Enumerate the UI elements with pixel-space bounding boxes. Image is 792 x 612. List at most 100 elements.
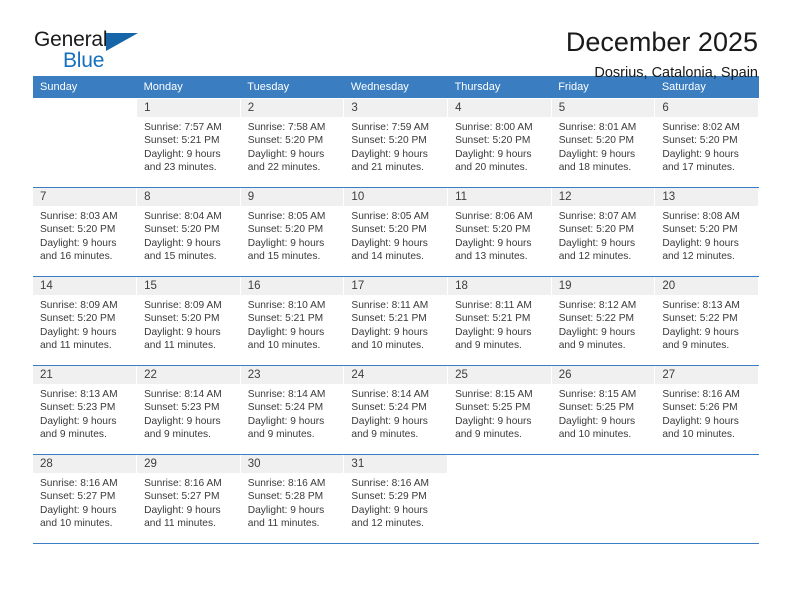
day-info: Sunrise: 8:16 AM Sunset: 5:26 PM Dayligh…	[655, 384, 758, 442]
daylight-text-line1: Daylight: 9 hours	[247, 326, 325, 338]
day-cell[interactable]: 17 Sunrise: 8:11 AM Sunset: 5:21 PM Dayl…	[343, 276, 449, 366]
day-cell[interactable]: 22 Sunrise: 8:14 AM Sunset: 5:23 PM Dayl…	[136, 365, 241, 455]
day-cell[interactable]: 3 Sunrise: 7:59 AM Sunset: 5:20 PM Dayli…	[343, 98, 449, 188]
sunset-text: Sunset: 5:20 PM	[247, 135, 324, 147]
daylight-text-line1: Daylight: 9 hours	[351, 415, 428, 427]
day-cell[interactable]: 29 Sunrise: 8:16 AM Sunset: 5:27 PM Dayl…	[136, 454, 241, 544]
day-cell[interactable]: 4 Sunrise: 8:00 AM Sunset: 5:20 PM Dayli…	[447, 98, 552, 188]
day-cell[interactable]: 15 Sunrise: 8:09 AM Sunset: 5:20 PM Dayl…	[136, 276, 241, 366]
day-cell[interactable]: 31 Sunrise: 8:16 AM Sunset: 5:29 PM Dayl…	[343, 454, 449, 544]
sunrise-text: Sunrise: 8:09 AM	[40, 300, 118, 311]
general-blue-logo[interactable]: General Blue	[34, 28, 154, 76]
sunrise-text: Sunrise: 7:58 AM	[247, 122, 326, 133]
day-cell[interactable]: 19 Sunrise: 8:12 AM Sunset: 5:22 PM Dayl…	[551, 276, 656, 366]
sunrise-text: Sunrise: 8:16 AM	[144, 478, 222, 489]
daylight-text-line2: and 9 minutes.	[351, 429, 419, 441]
day-info: Sunrise: 8:02 AM Sunset: 5:20 PM Dayligh…	[655, 117, 758, 175]
day-info: Sunrise: 8:10 AM Sunset: 5:21 PM Dayligh…	[241, 295, 344, 353]
sunset-text: Sunset: 5:21 PM	[455, 313, 531, 325]
day-number	[655, 455, 758, 473]
sunset-text: Sunset: 5:20 PM	[144, 224, 220, 236]
sunset-text: Sunset: 5:20 PM	[351, 135, 427, 147]
day-cell[interactable]: 10 Sunrise: 8:05 AM Sunset: 5:20 PM Dayl…	[343, 187, 449, 277]
day-cell[interactable]: 23 Sunrise: 8:14 AM Sunset: 5:24 PM Dayl…	[240, 365, 345, 455]
sunrise-text: Sunrise: 8:11 AM	[455, 300, 532, 311]
day-cell[interactable]: 2 Sunrise: 7:58 AM Sunset: 5:20 PM Dayli…	[240, 98, 345, 188]
day-cell[interactable]: 24 Sunrise: 8:14 AM Sunset: 5:24 PM Dayl…	[343, 365, 449, 455]
day-number: 25	[448, 366, 551, 384]
day-cell[interactable]: 25 Sunrise: 8:15 AM Sunset: 5:25 PM Dayl…	[447, 365, 552, 455]
day-number: 13	[655, 188, 758, 206]
day-cell[interactable]: 12 Sunrise: 8:07 AM Sunset: 5:20 PM Dayl…	[551, 187, 656, 277]
daylight-text-line1: Daylight: 9 hours	[144, 415, 221, 427]
daylight-text-line2: and 9 minutes.	[455, 340, 522, 352]
day-info	[552, 473, 655, 477]
day-cell[interactable]: 28 Sunrise: 8:16 AM Sunset: 5:27 PM Dayl…	[33, 454, 138, 544]
calendar-body: 1 Sunrise: 7:57 AM Sunset: 5:21 PM Dayli…	[33, 98, 759, 544]
day-cell[interactable]: 14 Sunrise: 8:09 AM Sunset: 5:20 PM Dayl…	[33, 276, 138, 366]
day-number: 2	[240, 99, 344, 117]
day-cell[interactable]: 8 Sunrise: 8:04 AM Sunset: 5:20 PM Dayli…	[136, 187, 241, 277]
day-info: Sunrise: 8:05 AM Sunset: 5:20 PM Dayligh…	[241, 206, 344, 264]
day-number: 3	[344, 99, 448, 117]
day-cell	[33, 98, 138, 188]
calendar-page: General Blue December 2025 Dosrius, Cata…	[0, 0, 792, 612]
sunrise-text: Sunrise: 8:00 AM	[455, 122, 533, 133]
day-cell[interactable]: 5 Sunrise: 8:01 AM Sunset: 5:20 PM Dayli…	[551, 98, 656, 188]
day-number: 18	[448, 277, 551, 295]
day-cell[interactable]: 9 Sunrise: 8:05 AM Sunset: 5:20 PM Dayli…	[240, 187, 345, 277]
daylight-text-line1: Daylight: 9 hours	[351, 504, 428, 516]
daylight-text-line1: Daylight: 9 hours	[247, 504, 325, 516]
day-info: Sunrise: 8:15 AM Sunset: 5:25 PM Dayligh…	[552, 384, 655, 442]
daylight-text-line1: Daylight: 9 hours	[662, 415, 739, 427]
daylight-text-line1: Daylight: 9 hours	[40, 237, 117, 249]
day-number: 11	[448, 188, 551, 206]
daylight-text-line2: and 9 minutes.	[662, 340, 730, 352]
sunset-text: Sunset: 5:25 PM	[558, 402, 635, 414]
day-info	[33, 117, 136, 121]
day-cell[interactable]: 7 Sunrise: 8:03 AM Sunset: 5:20 PM Dayli…	[33, 187, 138, 277]
sunset-text: Sunset: 5:28 PM	[247, 491, 324, 503]
sunrise-text: Sunrise: 8:16 AM	[247, 478, 326, 489]
sunset-text: Sunset: 5:20 PM	[247, 224, 324, 236]
day-info: Sunrise: 8:16 AM Sunset: 5:28 PM Dayligh…	[241, 473, 344, 531]
day-cell[interactable]: 6 Sunrise: 8:02 AM Sunset: 5:20 PM Dayli…	[654, 98, 759, 188]
sunset-text: Sunset: 5:20 PM	[558, 224, 635, 236]
calendar-week-row: 1 Sunrise: 7:57 AM Sunset: 5:21 PM Dayli…	[33, 98, 759, 188]
day-cell[interactable]: 21 Sunrise: 8:13 AM Sunset: 5:23 PM Dayl…	[33, 365, 138, 455]
sunrise-text: Sunrise: 8:09 AM	[144, 300, 222, 311]
day-cell[interactable]: 18 Sunrise: 8:11 AM Sunset: 5:21 PM Dayl…	[447, 276, 552, 366]
sunrise-text: Sunrise: 8:13 AM	[662, 300, 740, 311]
daylight-text-line1: Daylight: 9 hours	[144, 504, 221, 516]
day-number: 14	[33, 277, 137, 295]
day-cell[interactable]: 1 Sunrise: 7:57 AM Sunset: 5:21 PM Dayli…	[136, 98, 241, 188]
sunset-text: Sunset: 5:20 PM	[351, 224, 427, 236]
day-cell[interactable]: 30 Sunrise: 8:16 AM Sunset: 5:28 PM Dayl…	[240, 454, 345, 544]
day-info: Sunrise: 8:14 AM Sunset: 5:24 PM Dayligh…	[344, 384, 447, 442]
day-cell[interactable]: 26 Sunrise: 8:15 AM Sunset: 5:25 PM Dayl…	[551, 365, 656, 455]
page-title: December 2025	[565, 27, 758, 57]
day-info: Sunrise: 8:01 AM Sunset: 5:20 PM Dayligh…	[552, 117, 655, 175]
day-cell[interactable]: 20 Sunrise: 8:13 AM Sunset: 5:22 PM Dayl…	[654, 276, 759, 366]
sunset-text: Sunset: 5:24 PM	[351, 402, 427, 414]
day-number: 31	[344, 455, 448, 473]
day-cell[interactable]: 11 Sunrise: 8:06 AM Sunset: 5:20 PM Dayl…	[447, 187, 552, 277]
day-info: Sunrise: 8:14 AM Sunset: 5:23 PM Dayligh…	[137, 384, 240, 442]
day-number: 5	[551, 99, 655, 117]
daylight-text-line1: Daylight: 9 hours	[351, 237, 428, 249]
day-cell	[654, 454, 759, 544]
day-number: 9	[240, 188, 344, 206]
day-cell[interactable]: 13 Sunrise: 8:08 AM Sunset: 5:20 PM Dayl…	[654, 187, 759, 277]
day-info: Sunrise: 8:16 AM Sunset: 5:27 PM Dayligh…	[33, 473, 136, 531]
sunrise-text: Sunrise: 7:59 AM	[351, 122, 430, 133]
sunset-text: Sunset: 5:23 PM	[40, 402, 116, 414]
sunset-text: Sunset: 5:21 PM	[247, 313, 324, 325]
sunrise-text: Sunrise: 8:01 AM	[558, 122, 637, 133]
sunset-text: Sunset: 5:29 PM	[351, 491, 427, 503]
day-info: Sunrise: 8:00 AM Sunset: 5:20 PM Dayligh…	[448, 117, 551, 175]
day-cell[interactable]: 16 Sunrise: 8:10 AM Sunset: 5:21 PM Dayl…	[240, 276, 345, 366]
sunrise-text: Sunrise: 8:12 AM	[558, 300, 637, 311]
day-number	[551, 455, 655, 473]
day-cell[interactable]: 27 Sunrise: 8:16 AM Sunset: 5:26 PM Dayl…	[654, 365, 759, 455]
calendar-week-row: 28 Sunrise: 8:16 AM Sunset: 5:27 PM Dayl…	[33, 454, 759, 544]
